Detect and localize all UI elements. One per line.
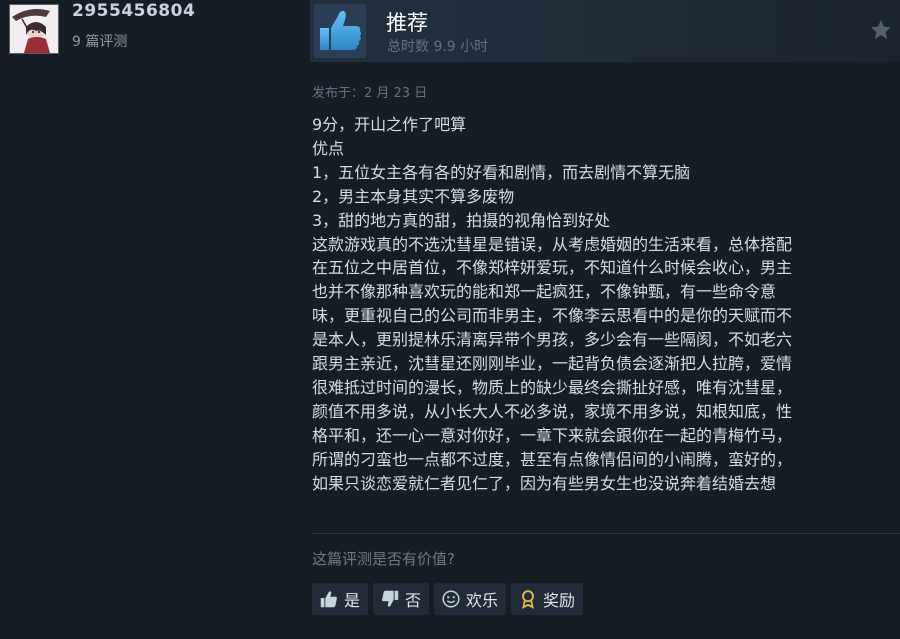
review-line: 颜值不用多说，从小长大人不必多说，家境不用多说，知根知底，性	[312, 401, 793, 421]
thumbs-up-icon	[320, 10, 361, 50]
vote-yes-button[interactable]: 是	[312, 583, 369, 615]
divider	[312, 533, 900, 534]
recommendation-title: 推荐	[386, 11, 428, 35]
recommended-thumb-box	[314, 4, 366, 58]
review-body: 9分，开山之作了吧算 优点 1，五位女主各有各的好看和剧情，而去剧情不算无脑 2，男主…	[312, 113, 898, 496]
review-line: 在五位之中居首位，不像郑梓妍爱玩，不知道什么时候会收心，男主	[312, 258, 793, 278]
review-line: 格平和，还一心一意对你好，一章下来就会跟你在一起的青梅竹马，	[312, 425, 793, 445]
review-line: 1，五位女主各有各的好看和剧情，而去剧情不算无脑	[312, 162, 691, 182]
review-line: 很难抵过时间的漫长，物质上的缺少最终会撕扯好感，唯有沈彗星，	[312, 377, 793, 397]
vote-no-button[interactable]: 否	[373, 583, 430, 615]
award-button[interactable]: 奖励	[511, 583, 584, 615]
vote-funny-label: 欢乐	[466, 591, 499, 610]
review-line: 所谓的刁蛮也一点都不过度，甚至有点像情侣间的小闹腾，蛮好的，	[312, 449, 793, 469]
review-line: 2，男主本身其实不算多废物	[312, 186, 515, 206]
thumbs-down-icon	[382, 590, 399, 607]
star-icon[interactable]	[869, 18, 893, 42]
author-review-count[interactable]: 9 篇评测	[72, 31, 127, 51]
thumbs-up-icon	[320, 591, 337, 608]
review-line: 是本人，更别提林乐清离异带个男孩，多少会有一些隔阂，不如老六	[312, 330, 793, 350]
review-line: 3，甜的地方真的甜，拍摄的视角恰到好处	[312, 210, 611, 230]
review-header: 推荐 总时数 9.9 小时	[310, 0, 900, 62]
smiley-icon	[442, 590, 460, 608]
review-line: 如果只谈恋爱就仁者见仁了，因为有些男女生也没说奔着结婚去想	[312, 473, 777, 493]
review-line: 9分，开山之作了吧算	[312, 115, 467, 134]
review-line: 味，更重视自己的公司而非男主，不像李云思看中的是你的天赋而不	[312, 306, 793, 326]
helpful-question: 这篇评测是否有价值?	[312, 550, 455, 568]
vote-no-label: 否	[405, 591, 422, 610]
review-line: 跟男主亲近，沈彗星还刚刚毕业，一起背负债会逐渐把人拉胯，爱情	[312, 354, 793, 374]
review-line: 优点	[312, 138, 345, 158]
review-line: 这款游戏真的不选沈彗星是错误，从考虑婚姻的生活来看，总体搭配	[312, 234, 793, 254]
review-count-text: 9 篇评测	[72, 34, 128, 50]
author-panel: 2955456804 9 篇评测	[0, 0, 300, 639]
vote-yes-label: 是	[344, 591, 361, 610]
feedback-buttons: 是 否 欢乐 奖励	[312, 583, 584, 615]
review-line: 也并不像那种喜欢玩的能和郑一起疯狂，不像钟甄，有一些命令意	[312, 282, 777, 302]
vote-funny-button[interactable]: 欢乐	[434, 583, 507, 615]
award-label: 奖励	[543, 591, 576, 610]
avatar[interactable]	[9, 4, 59, 54]
author-name[interactable]: 2955456804	[72, 1, 195, 21]
award-icon	[522, 590, 535, 609]
posted-date: 发布于：2 月 23 日	[312, 86, 428, 101]
playtime: 总时数 9.9 小时	[387, 39, 489, 55]
